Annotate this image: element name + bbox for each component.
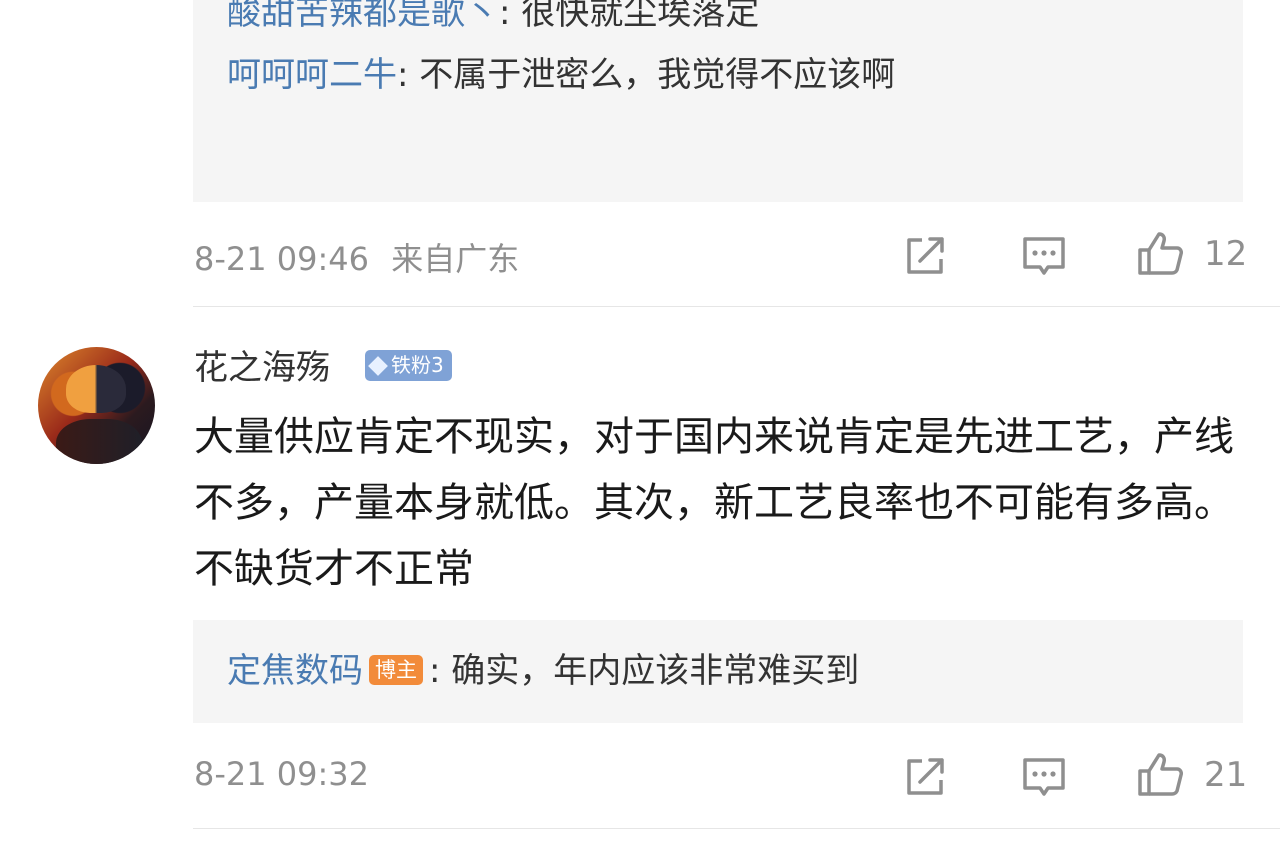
like-icon[interactable] [1137,230,1183,276]
comment-username[interactable]: 花之海殇 [194,344,330,392]
reply-item[interactable]: 呵呵呵二牛: 不属于泄密么，我觉得不应该啊 [227,54,895,96]
repost-icon[interactable] [902,233,948,279]
avatar[interactable] [38,347,155,464]
diamond-icon [368,355,388,376]
comment-meta: 8-21 09:46 来自广东 [194,234,519,280]
reply-text: 不属于泄密么，我觉得不应该啊 [419,55,896,95]
reply-text: 确实，年内应该非常难买到 [451,651,860,691]
divider [193,828,1280,829]
divider [193,306,1280,307]
location: 来自广东 [391,240,520,278]
reply-text: 很快就尘埃落定 [521,0,760,33]
like-icon[interactable] [1137,751,1183,797]
blogger-badge: 博主 [369,655,423,685]
comment-icon[interactable] [1021,233,1067,279]
timestamp: 8-21 09:32 [194,755,370,793]
reply-username[interactable]: 定焦数码 [227,651,363,691]
repost-icon[interactable] [902,754,948,800]
timestamp: 8-21 09:46 [194,240,370,278]
reply-item[interactable]: 定焦数码 博主: 确实，年内应该非常难买到 [227,650,859,692]
comment-icon[interactable] [1021,754,1067,800]
reply-item[interactable]: 酸甜苦辣都是歌丶: 很快就尘埃落定 [227,0,759,34]
like-count: 12 [1204,234,1248,274]
fan-badge-label: 铁粉3 [391,353,444,377]
comment-text: 大量供应肯定不现实，对于国内来说肯定是先进工艺，产线不多，产量本身就低。其次，新… [194,414,1234,592]
fan-badge[interactable]: 铁粉3 [365,350,452,381]
reply-username[interactable]: 酸甜苦辣都是歌丶 [227,0,499,33]
like-count: 21 [1204,755,1248,795]
reply-username[interactable]: 呵呵呵二牛 [227,55,397,95]
comment-meta: 8-21 09:32 [194,755,369,793]
